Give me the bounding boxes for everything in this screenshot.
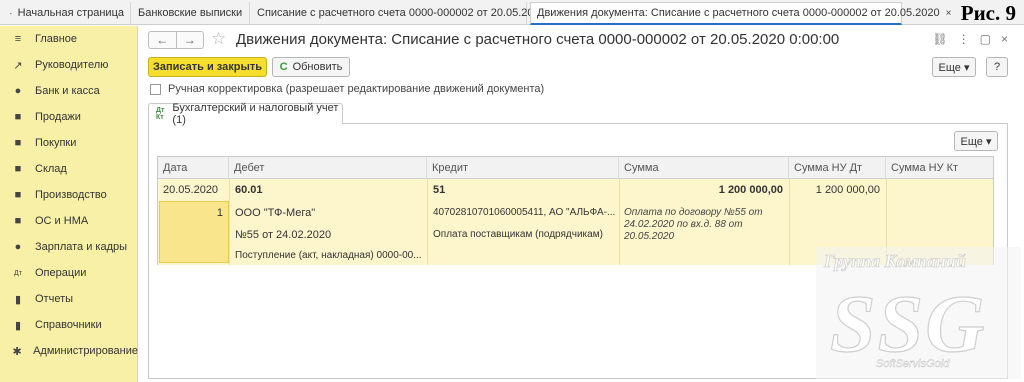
svg-text:Группа Компаний: Группа Компаний — [823, 251, 966, 271]
cell-debit-account: 60.01 — [235, 184, 263, 196]
help-button[interactable]: ? — [986, 57, 1008, 77]
column-header-date[interactable]: Дата — [158, 157, 229, 179]
cell-debit-subconto-2: №55 от 24.02.2020 — [235, 229, 332, 241]
tab-moves-label: Движения документа: Списание с расчетног… — [537, 7, 940, 19]
sidebar-item-label: Производство — [35, 189, 107, 201]
svg-text:SSG: SSG — [830, 278, 986, 369]
cell-row-number: 1 — [216, 207, 223, 219]
sidebar-item-label: Операции — [35, 267, 87, 279]
sidebar-item-catalogs[interactable]: ▮ Справочники — [0, 312, 138, 338]
tab-writeoff-document[interactable]: Списание с расчетного счета 0000-000002 … — [251, 2, 558, 24]
sidebar-item-salary[interactable]: ● Зарплата и кадры — [0, 234, 138, 260]
refresh-icon: C — [279, 61, 288, 73]
close-icon[interactable]: × — [946, 8, 952, 19]
tab-document-movements[interactable]: Движения документа: Списание с расчетног… — [530, 2, 952, 25]
save-and-close-button[interactable]: Записать и закрыть — [148, 57, 267, 77]
sidebar-item-label: Покупки — [35, 137, 77, 149]
factory-icon: ■ — [14, 189, 22, 201]
tab-bank-statements[interactable]: Банковские выписки — [132, 2, 250, 24]
nav-buttons: ← → — [148, 31, 204, 49]
cell-sum-comment-1: Оплата по договору №55 от — [624, 207, 763, 218]
sidebar-item-manager[interactable]: ↗ Руководителю — [0, 52, 138, 78]
cell-sum-comment-2: 24.02.2020 по вх.д. 88 от — [624, 219, 743, 230]
coin-icon: ● — [14, 85, 22, 97]
sidebar-item-label: Банк и касса — [35, 85, 100, 97]
sidebar-item-production[interactable]: ■ Производство — [0, 182, 138, 208]
more-button[interactable]: Еще ▾ — [932, 57, 976, 77]
sidebar-item-purchases[interactable]: ■ Покупки — [0, 130, 138, 156]
manual-correction-checkbox[interactable] — [150, 83, 161, 95]
sidebar-item-fixed-assets[interactable]: ■ ОС и НМА — [0, 208, 138, 234]
cart-icon: ■ — [14, 111, 22, 123]
back-button[interactable]: ← — [149, 32, 177, 48]
refresh-label: Обновить — [292, 61, 343, 73]
window-controls: ⛓ ⋮ ▢ × — [932, 32, 1008, 46]
sidebar-item-operations[interactable]: Дт Операции — [0, 260, 138, 286]
cell-debit-subconto-3: Поступление (акт, накладная) 0000-00... — [235, 250, 422, 261]
figure-label: Рис. 9 — [960, 1, 1016, 25]
tab-bar: Начальная страница Банковские выписки Сп… — [0, 0, 1024, 25]
sidebar-item-label: ОС и НМА — [35, 215, 89, 227]
ssg-watermark-logo: Группа Компаний SSG SoftServisGold — [816, 247, 1021, 379]
cell-sum-comment-3: 20.05.2020 — [624, 231, 675, 242]
person-icon: ● — [14, 241, 22, 253]
tab-accounting[interactable]: Дт Кт Бухгалтерский и налоговый учет (1) — [148, 102, 343, 126]
page-title: Движения документа: Списание с расчетног… — [236, 31, 840, 48]
sidebar-item-sales[interactable]: ■ Продажи — [0, 104, 138, 130]
tab-accounting-label: Бухгалтерский и налоговый учет (1) — [172, 102, 339, 126]
sidebar: ≡ Главное ↗ Руководителю ● Банк и касса ■ Пр… — [0, 26, 138, 382]
home-icon — [10, 12, 12, 14]
cell-debit-subconto-1: ООО "ТФ-Мега" — [235, 207, 316, 219]
sidebar-item-label: Продажи — [35, 111, 81, 123]
sidebar-item-label: Справочники — [35, 319, 102, 331]
dtkt-icon: Дт Кт — [156, 107, 165, 121]
tab-bank-label: Банковские выписки — [138, 7, 243, 19]
book-icon: ▮ — [14, 319, 22, 332]
forward-button[interactable]: → — [177, 32, 204, 48]
cell-date: 20.05.2020 — [163, 184, 219, 196]
sidebar-item-bank[interactable]: ● Банк и касса — [0, 78, 138, 104]
sidebar-item-label: Отчеты — [35, 293, 74, 305]
cell-sum: 1 200 000,00 — [718, 184, 783, 196]
column-header-sum[interactable]: Сумма — [619, 157, 789, 179]
report-icon: ▮ — [14, 293, 22, 306]
tab-home-label: Начальная страница — [17, 7, 124, 19]
dtkt-icon: Дт — [14, 269, 22, 277]
close-icon[interactable]: × — [1001, 32, 1008, 46]
sidebar-item-warehouse[interactable]: ■ Склад — [0, 156, 138, 182]
column-header-credit[interactable]: Кредит — [427, 157, 619, 179]
cell-credit-subconto-1: 40702810701060005411, АО "АЛЬФА-... — [433, 207, 615, 218]
sidebar-item-reports[interactable]: ▮ Отчеты — [0, 286, 138, 312]
truck-icon: ■ — [14, 215, 22, 227]
sidebar-item-label: Зарплата и кадры — [35, 241, 128, 253]
menu-icon: ≡ — [14, 33, 22, 45]
tab-home[interactable]: Начальная страница — [4, 2, 131, 24]
more-vertical-icon[interactable]: ⋮ — [958, 32, 970, 46]
trend-icon: ↗ — [13, 59, 23, 72]
basket-icon: ■ — [14, 137, 22, 149]
cell-credit-account: 51 — [433, 184, 446, 196]
tab-writeoff-label: Списание с расчетного счета 0000-000002 … — [257, 7, 546, 19]
gear-icon: ✱ — [12, 345, 22, 358]
sidebar-item-label: Администрирование — [33, 345, 138, 357]
panel-more-button[interactable]: Еще ▾ — [954, 131, 998, 151]
sidebar-item-admin[interactable]: ✱ Администрирование — [0, 338, 138, 364]
sidebar-item-main[interactable]: ≡ Главное — [0, 26, 138, 52]
cell-sum-nu-dt: 1 200 000,00 — [815, 184, 880, 196]
column-header-sum-nu-dt[interactable]: Сумма НУ Дт — [789, 157, 886, 179]
svg-text:SoftServisGold: SoftServisGold — [876, 358, 950, 370]
favorite-star-icon[interactable]: ☆ — [211, 29, 226, 49]
warehouse-icon: ■ — [14, 163, 22, 175]
refresh-button[interactable]: C Обновить — [272, 57, 350, 77]
manual-correction-row[interactable]: Ручная корректировка (разрешает редактир… — [150, 83, 544, 95]
sidebar-item-label: Руководителю — [35, 59, 109, 71]
sidebar-item-label: Главное — [35, 33, 78, 45]
column-header-debit[interactable]: Дебет — [229, 157, 427, 179]
sidebar-item-label: Склад — [35, 163, 67, 175]
maximize-icon[interactable]: ▢ — [980, 32, 991, 46]
manual-correction-label: Ручная корректировка (разрешает редактир… — [168, 83, 545, 95]
column-header-sum-nu-kt[interactable]: Сумма НУ Кт — [886, 157, 993, 179]
link-icon[interactable]: ⛓ — [932, 32, 947, 46]
cell-credit-subconto-2: Оплата поставщикам (подрядчикам) — [433, 229, 603, 240]
